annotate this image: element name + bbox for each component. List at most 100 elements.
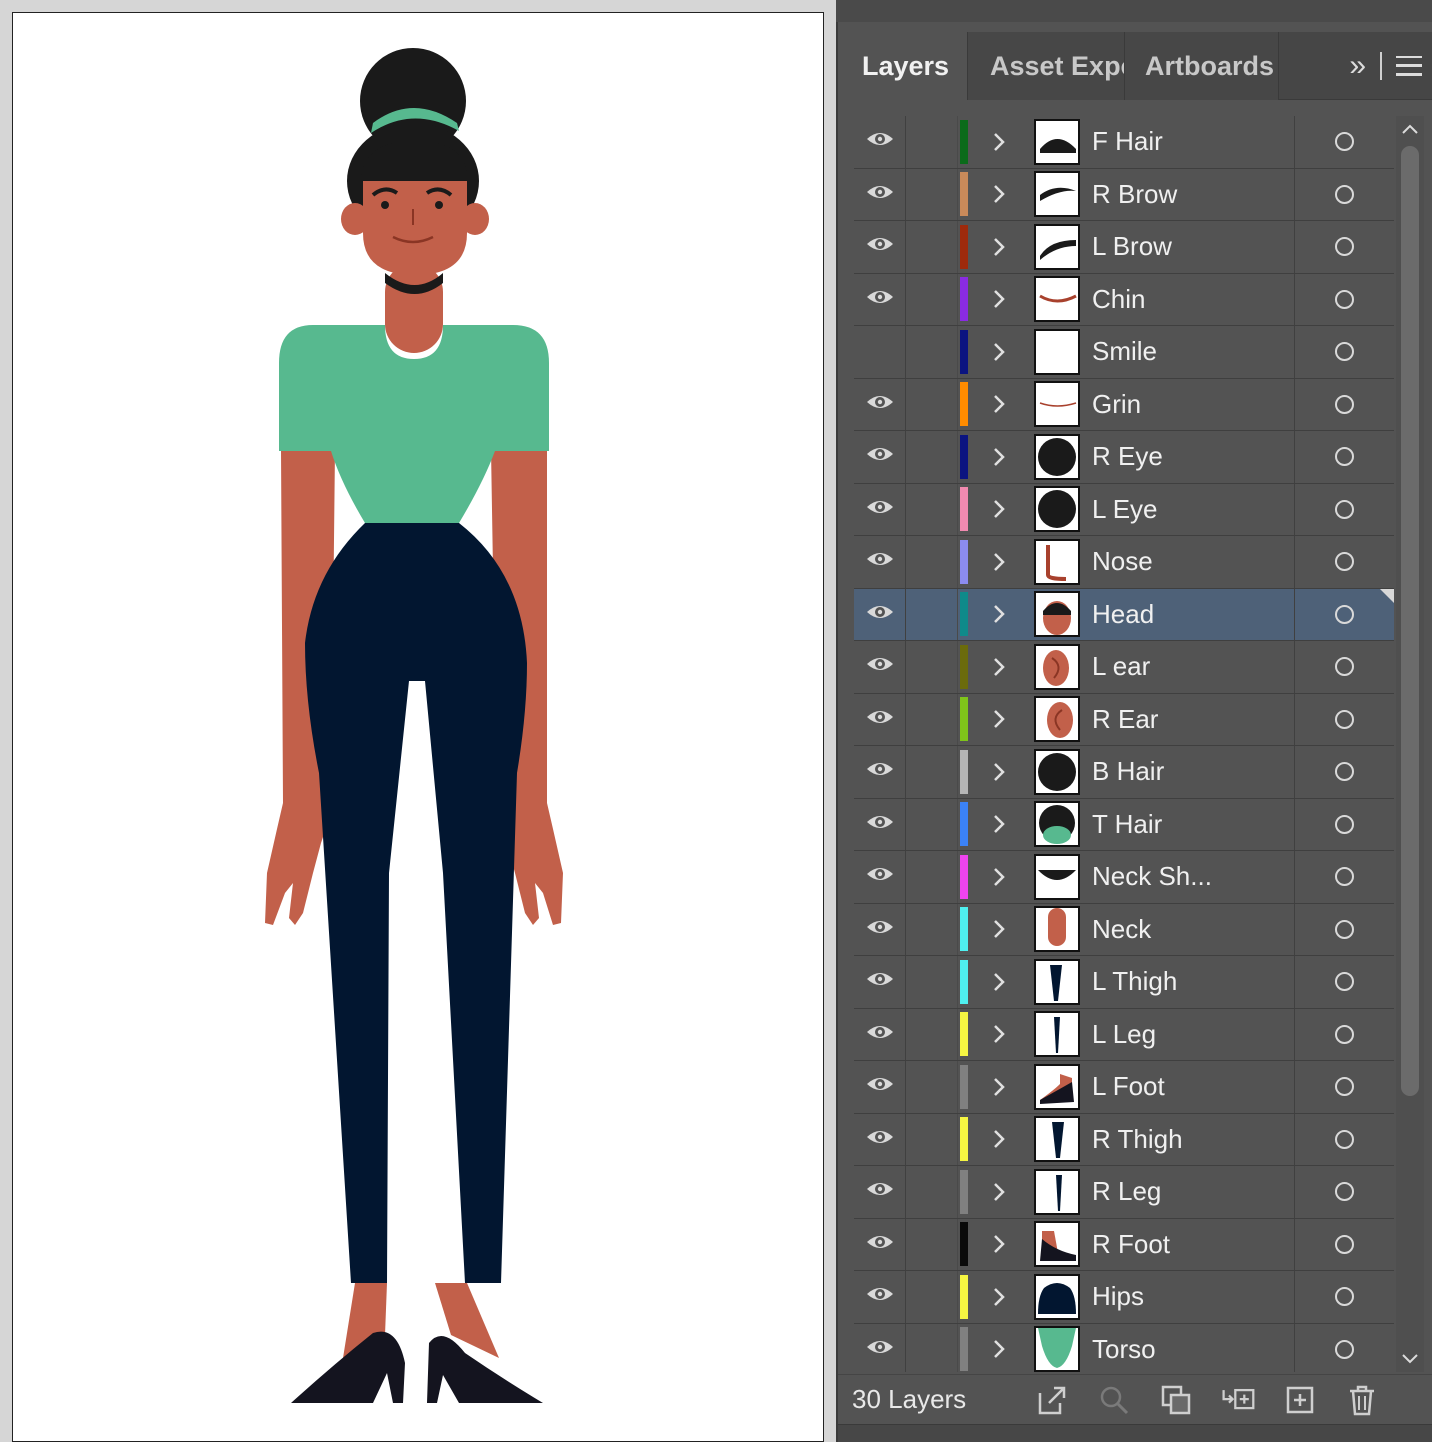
expand-toggle[interactable] [968,641,1030,693]
target-toggle[interactable] [1295,169,1394,221]
expand-toggle[interactable] [968,956,1030,1008]
target-toggle[interactable] [1295,1219,1394,1271]
layer-name[interactable]: L Brow [1080,221,1295,273]
expand-toggle[interactable] [968,746,1030,798]
layer-row[interactable]: R Foot [854,1218,1394,1271]
layer-name[interactable]: L Eye [1080,483,1295,535]
expand-toggle[interactable] [968,694,1030,746]
visibility-toggle[interactable] [854,1113,906,1165]
lock-toggle[interactable] [906,1166,958,1218]
layer-name[interactable]: T Hair [1080,798,1295,850]
layer-name[interactable]: L ear [1080,641,1295,693]
lock-toggle[interactable] [906,536,958,588]
visibility-toggle[interactable] [854,851,906,903]
tab-asset-export[interactable]: Asset Expo [968,32,1125,100]
lock-toggle[interactable] [906,273,958,325]
target-toggle[interactable] [1295,956,1394,1008]
layer-list-scrollbar[interactable] [1396,116,1424,1372]
clipping-mask-icon[interactable] [1158,1382,1194,1418]
visibility-toggle[interactable] [854,1166,906,1218]
lock-toggle[interactable] [906,798,958,850]
layer-row[interactable]: Chin [854,273,1394,326]
visibility-toggle[interactable] [854,641,906,693]
target-toggle[interactable] [1295,379,1394,431]
lock-toggle[interactable] [906,1061,958,1113]
visibility-toggle[interactable] [854,116,906,168]
layer-row[interactable]: F Hair [854,116,1394,169]
target-toggle[interactable] [1295,851,1394,903]
tab-layers[interactable]: Layers [838,32,968,100]
layer-row[interactable]: Head [854,588,1394,641]
expand-toggle[interactable] [968,589,1030,641]
delete-layer-icon[interactable] [1344,1382,1380,1418]
layer-name[interactable]: R Brow [1080,168,1295,220]
expand-toggle[interactable] [968,1166,1030,1218]
new-sublayer-icon[interactable] [1220,1382,1256,1418]
tab-artboards[interactable]: Artboards [1125,32,1279,100]
visibility-toggle[interactable] [854,903,906,955]
expand-toggle[interactable] [968,431,1030,483]
lock-toggle[interactable] [906,483,958,535]
visibility-toggle[interactable] [854,483,906,535]
lock-toggle[interactable] [906,956,958,1008]
new-layer-icon[interactable] [1282,1382,1318,1418]
layer-name[interactable]: L Leg [1080,1008,1295,1060]
layer-name[interactable]: F Hair [1080,116,1295,168]
layer-name[interactable]: Hips [1080,1271,1295,1323]
layer-name[interactable]: R Ear [1080,693,1295,745]
visibility-toggle[interactable] [854,1271,906,1323]
layer-name[interactable]: L Thigh [1080,956,1295,1008]
target-toggle[interactable] [1295,326,1394,378]
expand-toggle[interactable] [968,221,1030,273]
layer-row[interactable]: L Foot [854,1061,1394,1114]
layer-row[interactable]: L Eye [854,483,1394,536]
layer-name[interactable]: Nose [1080,536,1295,588]
expand-toggle[interactable] [968,904,1030,956]
lock-toggle[interactable] [906,588,958,640]
visibility-toggle[interactable] [854,273,906,325]
visibility-toggle[interactable] [854,588,906,640]
expand-toggle[interactable] [968,116,1030,168]
target-toggle[interactable] [1295,746,1394,798]
visibility-toggle[interactable] [854,1218,906,1270]
character-illustration[interactable] [13,13,825,1442]
more-tabs-icon[interactable]: » [1349,49,1366,83]
visibility-toggle[interactable] [854,536,906,588]
expand-toggle[interactable] [968,799,1030,851]
lock-toggle[interactable] [906,116,958,168]
target-toggle[interactable] [1295,1061,1394,1113]
expand-toggle[interactable] [968,851,1030,903]
visibility-toggle[interactable] [854,693,906,745]
panel-menu-icon[interactable] [1396,55,1422,76]
expand-toggle[interactable] [968,1219,1030,1271]
scroll-thumb[interactable] [1401,146,1419,1096]
export-icon[interactable] [1034,1382,1070,1418]
target-toggle[interactable] [1295,641,1394,693]
target-toggle[interactable] [1295,799,1394,851]
layer-name[interactable]: Neck Sh... [1080,851,1295,903]
lock-toggle[interactable] [906,1218,958,1270]
visibility-toggle[interactable] [854,168,906,220]
lock-toggle[interactable] [906,851,958,903]
visibility-toggle[interactable] [854,378,906,430]
layer-row[interactable]: Neck [854,903,1394,956]
expand-toggle[interactable] [968,536,1030,588]
lock-toggle[interactable] [906,378,958,430]
expand-toggle[interactable] [968,379,1030,431]
lock-toggle[interactable] [906,1008,958,1060]
target-toggle[interactable] [1295,221,1394,273]
layer-row[interactable]: L Leg [854,1008,1394,1061]
target-toggle[interactable] [1295,274,1394,326]
lock-toggle[interactable] [906,641,958,693]
visibility-toggle[interactable] [854,1008,906,1060]
layer-name[interactable]: Smile [1080,326,1295,378]
layer-name[interactable]: R Foot [1080,1218,1295,1270]
layer-row[interactable]: Torso [854,1323,1394,1372]
layer-name[interactable]: B Hair [1080,746,1295,798]
artboard[interactable] [12,12,824,1442]
target-toggle[interactable] [1295,1271,1394,1323]
expand-toggle[interactable] [968,1009,1030,1061]
layer-row[interactable]: Hips [854,1271,1394,1324]
layer-row[interactable]: R Brow [854,168,1394,221]
visibility-toggle[interactable] [854,1323,906,1372]
